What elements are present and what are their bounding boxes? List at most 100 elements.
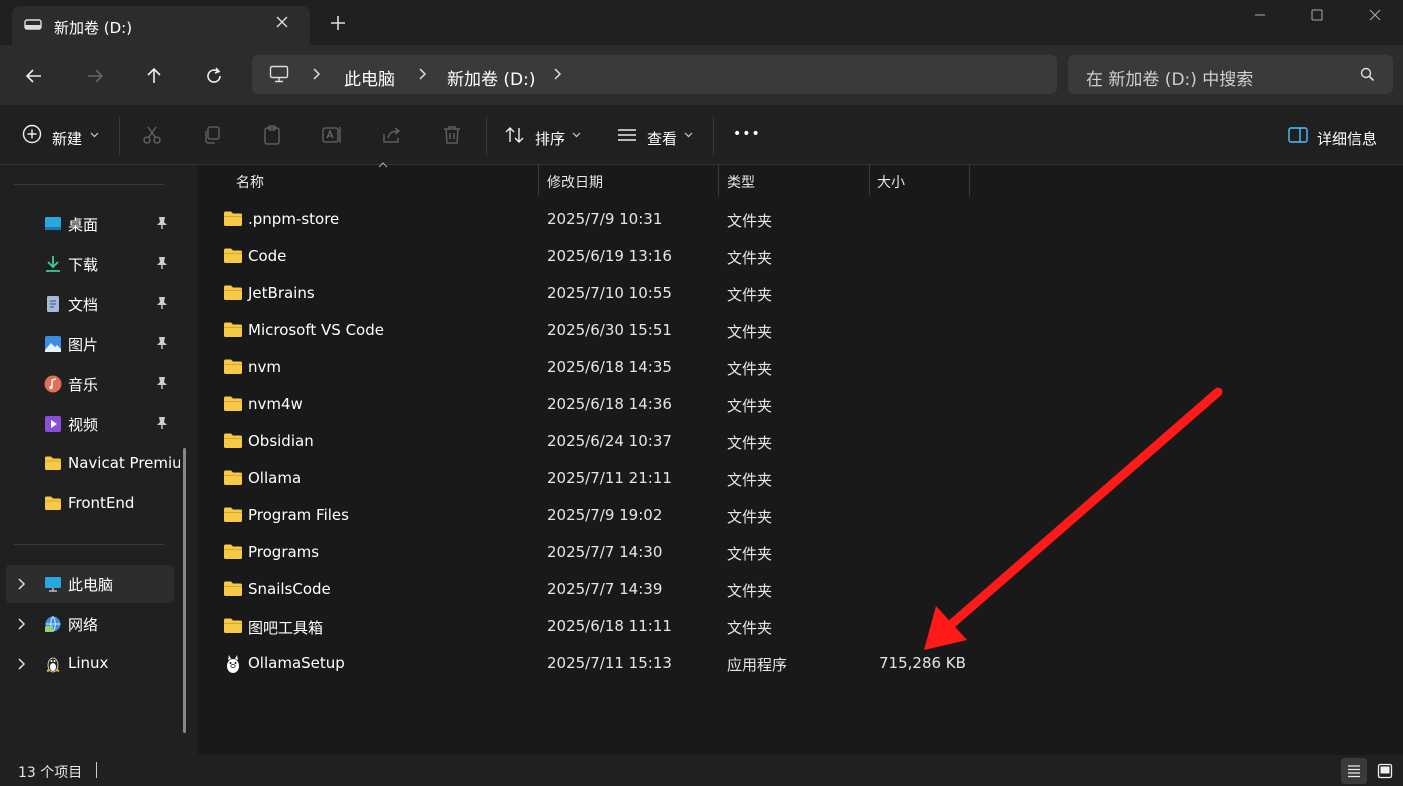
file-row[interactable]: 图吧工具箱 2025/6/18 11:11 文件夹	[200, 608, 1390, 645]
expand-chevron-icon[interactable]	[16, 577, 26, 591]
up-icon[interactable]	[142, 64, 166, 88]
file-type: 文件夹	[727, 397, 773, 415]
file-row[interactable]: Code 2025/6/19 13:16 文件夹	[200, 238, 1390, 275]
breadcrumb-chevron-icon[interactable]	[552, 67, 562, 81]
column-divider[interactable]	[718, 164, 719, 196]
folder-icon	[44, 495, 62, 513]
file-row[interactable]: .pnpm-store 2025/7/9 10:31 文件夹	[200, 201, 1390, 238]
pin-icon[interactable]	[156, 216, 168, 230]
details-pane-button[interactable]: 详细信息	[1317, 128, 1377, 149]
back-icon[interactable]	[22, 64, 46, 88]
pin-icon[interactable]	[156, 376, 168, 390]
pin-icon[interactable]	[156, 296, 168, 310]
sidebar-item-downloads[interactable]: 下载	[40, 249, 180, 279]
toolbar-divider	[713, 117, 714, 155]
copy-icon[interactable]	[201, 124, 223, 146]
file-type: 文件夹	[727, 508, 773, 526]
sidebar-item-pictures[interactable]: 图片	[40, 329, 180, 359]
pin-icon[interactable]	[156, 256, 168, 270]
search-placeholder[interactable]: 在 新加卷 (D:) 中搜索	[1086, 65, 1253, 90]
details-view-icon	[1348, 765, 1360, 778]
refresh-icon[interactable]	[202, 64, 226, 88]
minimize-icon[interactable]	[1237, 0, 1283, 30]
file-row[interactable]: nvm4w 2025/6/18 14:36 文件夹	[200, 386, 1390, 423]
file-row[interactable]: Obsidian 2025/6/24 10:37 文件夹	[200, 423, 1390, 460]
file-row[interactable]: nvm 2025/6/18 14:35 文件夹	[200, 349, 1390, 386]
file-type: 文件夹	[727, 249, 773, 267]
maximize-icon[interactable]	[1294, 0, 1340, 30]
cut-icon[interactable]	[141, 124, 163, 146]
file-date: 2025/7/7 14:39	[547, 580, 663, 598]
column-header-name[interactable]: 名称	[236, 172, 264, 192]
chevron-down-icon[interactable]	[90, 132, 99, 138]
pin-icon[interactable]	[156, 336, 168, 350]
computer-icon	[269, 65, 289, 83]
view-icon[interactable]	[616, 124, 638, 146]
file-row[interactable]: Ollama 2025/7/11 21:11 文件夹	[200, 460, 1390, 497]
file-row[interactable]: SnailsCode 2025/7/7 14:39 文件夹	[200, 571, 1390, 608]
file-row[interactable]: OllamaSetup 2025/7/11 15:13 应用程序 715,286 KB	[200, 645, 1390, 682]
file-row[interactable]: JetBrains 2025/7/10 10:55 文件夹	[200, 275, 1390, 312]
file-type: 文件夹	[727, 323, 773, 341]
sidebar-item-music[interactable]: 音乐	[40, 369, 180, 399]
more-options-button[interactable]: •••	[733, 126, 761, 142]
folder-icon	[223, 395, 243, 412]
breadcrumb-this-pc[interactable]: 此电脑	[344, 65, 395, 90]
search-icon[interactable]	[1360, 67, 1375, 82]
file-name: OllamaSetup	[248, 654, 345, 672]
sidebar-item-network[interactable]: 网络	[40, 609, 180, 639]
file-date: 2025/6/18 14:35	[547, 358, 672, 376]
details-pane-icon[interactable]	[1287, 124, 1309, 146]
file-date: 2025/6/30 15:51	[547, 321, 672, 339]
file-type: 文件夹	[727, 582, 773, 600]
expand-chevron-icon[interactable]	[16, 617, 26, 631]
file-name: SnailsCode	[248, 580, 331, 598]
column-divider[interactable]	[869, 164, 870, 196]
folder-icon	[223, 247, 243, 264]
download-icon	[44, 255, 62, 273]
sidebar-item-label: Linux	[68, 654, 109, 672]
tab-close-icon[interactable]	[275, 15, 289, 29]
sidebar-item-this-pc[interactable]: 此电脑	[40, 569, 180, 599]
sort-icon[interactable]	[504, 124, 526, 146]
new-icon[interactable]	[22, 124, 42, 144]
delete-icon[interactable]	[441, 124, 463, 146]
file-row[interactable]: Microsoft VS Code 2025/6/30 15:51 文件夹	[200, 312, 1390, 349]
breadcrumb-drive-d[interactable]: 新加卷 (D:)	[447, 65, 536, 90]
breadcrumb-chevron-icon[interactable]	[417, 67, 427, 81]
view-button[interactable]: 查看	[647, 128, 677, 149]
column-divider[interactable]	[969, 164, 970, 196]
column-divider[interactable]	[538, 164, 539, 196]
sidebar-item-label: FrontEnd	[68, 494, 135, 512]
new-button[interactable]: 新建	[52, 128, 82, 149]
file-type: 文件夹	[727, 360, 773, 378]
rename-icon[interactable]	[321, 124, 343, 146]
sidebar-item-desktop[interactable]: 桌面	[40, 209, 180, 239]
sidebar-item-documents[interactable]: 文档	[40, 289, 180, 319]
sidebar-item-navicat[interactable]: Navicat Premium	[40, 449, 180, 479]
column-header-date[interactable]: 修改日期	[547, 172, 603, 192]
details-view-toggle[interactable]	[1341, 758, 1367, 784]
file-name: Programs	[248, 543, 320, 561]
breadcrumb-chevron-icon[interactable]	[311, 67, 321, 81]
column-header-size[interactable]: 大小	[877, 172, 905, 192]
window-close-icon[interactable]	[1352, 0, 1398, 30]
file-row[interactable]: Programs 2025/7/7 14:30 文件夹	[200, 534, 1390, 571]
sidebar-scrollbar[interactable]	[183, 448, 186, 733]
share-icon[interactable]	[381, 124, 403, 146]
paste-icon[interactable]	[261, 124, 283, 146]
expand-chevron-icon[interactable]	[16, 657, 26, 671]
file-name: Code	[248, 247, 287, 265]
forward-icon[interactable]	[83, 64, 107, 88]
sort-button[interactable]: 排序	[535, 128, 565, 149]
file-row[interactable]: Program Files 2025/7/9 19:02 文件夹	[200, 497, 1390, 534]
column-header-type[interactable]: 类型	[727, 172, 755, 192]
sidebar-item-videos[interactable]: 视频	[40, 409, 180, 439]
pin-icon[interactable]	[156, 416, 168, 430]
chevron-down-icon[interactable]	[572, 132, 581, 138]
tiles-view-toggle[interactable]	[1372, 758, 1398, 784]
new-tab-icon[interactable]	[330, 15, 346, 31]
sidebar-item-linux[interactable]: Linux	[40, 649, 180, 679]
sidebar-item-frontend[interactable]: FrontEnd	[40, 489, 180, 519]
chevron-down-icon[interactable]	[684, 132, 693, 138]
